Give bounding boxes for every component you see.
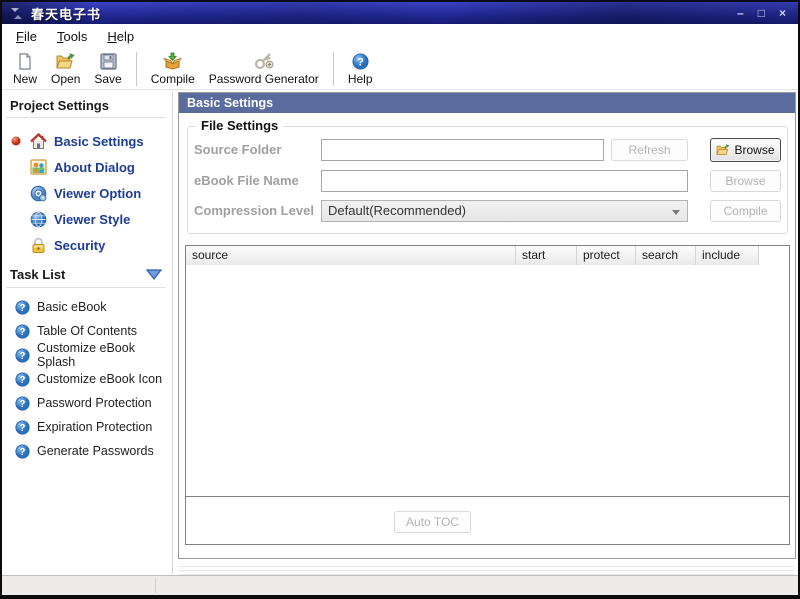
toolbar-separator: [333, 52, 334, 86]
list-column-headers: source start protect search include: [186, 246, 789, 265]
file-settings-group: File Settings Source Folder Refresh Brow…: [187, 126, 788, 234]
sidebar-item-basic-settings[interactable]: Basic Settings: [2, 128, 172, 154]
task-list-header: Task List: [10, 267, 65, 282]
title-bar: 春天电子书 – □ ×: [2, 2, 798, 24]
menu-bar: File Tools Help: [2, 24, 798, 48]
group-legend: File Settings: [196, 118, 283, 133]
viewer-option-icon: [30, 185, 47, 202]
password-generator-button[interactable]: Password Generator: [202, 50, 326, 88]
project-settings-header: Project Settings: [10, 98, 109, 113]
refresh-button[interactable]: Refresh: [611, 139, 688, 161]
source-file-list: source start protect search include Auto…: [185, 245, 790, 545]
column-search[interactable]: search: [636, 246, 696, 265]
source-folder-input[interactable]: [321, 139, 604, 161]
menu-help[interactable]: Help: [101, 27, 140, 46]
task-item-basic-ebook[interactable]: ? Basic eBook: [2, 295, 172, 319]
column-start[interactable]: start: [516, 246, 577, 265]
svg-text:?: ?: [20, 327, 26, 338]
new-button[interactable]: New: [6, 50, 44, 88]
question-icon: ?: [15, 420, 30, 435]
svg-text:?: ?: [20, 423, 26, 434]
browse-ebook-button[interactable]: Browse: [710, 170, 781, 192]
open-button[interactable]: Open: [44, 50, 87, 88]
sidebar-item-security[interactable]: Security: [2, 232, 172, 258]
maximize-button[interactable]: □: [758, 7, 765, 19]
divider: [6, 287, 166, 288]
task-item-customize-ebook-splash[interactable]: ? Customize eBook Splash: [2, 343, 172, 367]
main-content: Basic Settings File Settings Source Fold…: [174, 91, 798, 574]
panel-title: Basic Settings: [179, 93, 795, 113]
task-item-table-of-contents[interactable]: ? Table Of Contents: [2, 319, 172, 343]
compression-level-label: Compression Level: [194, 200, 314, 222]
auto-toc-button[interactable]: Auto TOC: [394, 511, 471, 533]
save-button[interactable]: Save: [87, 50, 128, 88]
about-dialog-icon: [30, 159, 47, 176]
selected-indicator-dot: [11, 136, 21, 146]
column-source[interactable]: source: [186, 246, 516, 265]
help-button[interactable]: ? Help: [341, 50, 380, 88]
ebook-file-name-input[interactable]: [321, 170, 688, 192]
sidebar-item-about-dialog[interactable]: About Dialog: [2, 154, 172, 180]
home-icon: [30, 133, 47, 150]
column-protect[interactable]: protect: [577, 246, 636, 265]
toolbar-separator: [136, 52, 137, 86]
task-item-password-protection[interactable]: ? Password Protection: [2, 391, 172, 415]
svg-text:?: ?: [20, 351, 26, 362]
compile-box-icon: [163, 52, 182, 70]
divider: [6, 117, 166, 118]
close-button[interactable]: ×: [779, 7, 786, 19]
browse-folder-icon: [716, 144, 730, 156]
minimize-button[interactable]: –: [737, 7, 744, 19]
sidebar-item-viewer-option[interactable]: Viewer Option: [2, 180, 172, 206]
task-item-expiration-protection[interactable]: ? Expiration Protection: [2, 415, 172, 439]
save-floppy-icon: [100, 52, 117, 70]
question-icon: ?: [15, 444, 30, 459]
list-body-empty[interactable]: [186, 265, 789, 496]
compile-button[interactable]: Compile: [144, 50, 202, 88]
svg-text:?: ?: [20, 303, 26, 314]
password-key-icon: [254, 52, 274, 70]
status-bar-separator: [155, 578, 156, 593]
open-folder-icon: [56, 52, 75, 70]
task-item-generate-passwords[interactable]: ? Generate Passwords: [2, 439, 172, 463]
basic-settings-panel: Basic Settings File Settings Source Fold…: [178, 92, 796, 559]
sidebar-item-viewer-style[interactable]: Viewer Style: [2, 206, 172, 232]
collapse-triangle-icon[interactable]: [146, 268, 162, 286]
column-include[interactable]: include: [696, 246, 759, 265]
svg-text:?: ?: [20, 447, 26, 458]
viewer-style-globe-icon: [30, 211, 47, 228]
browse-source-button[interactable]: Browse: [710, 138, 781, 162]
question-icon: ?: [15, 300, 30, 315]
security-lock-icon: [30, 237, 47, 254]
toolbar: New Open Save Compile Password Generato: [2, 48, 798, 90]
svg-text:?: ?: [20, 399, 26, 410]
compression-level-select[interactable]: Default(Recommended): [321, 200, 688, 222]
status-bar: [2, 575, 798, 595]
question-icon: ?: [15, 348, 30, 363]
menu-file[interactable]: File: [10, 27, 43, 46]
question-icon: ?: [15, 324, 30, 339]
compile-action-button[interactable]: Compile: [710, 200, 781, 222]
svg-text:?: ?: [357, 56, 364, 68]
svg-text:?: ?: [20, 375, 26, 386]
menu-tools[interactable]: Tools: [51, 27, 93, 46]
application-window: 春天电子书 – □ × File Tools Help New Open: [2, 2, 798, 595]
app-icon: [10, 7, 23, 20]
sidebar: Project Settings Basic Settings About Di…: [2, 91, 173, 574]
ebook-file-name-label: eBook File Name: [194, 170, 299, 192]
help-icon: ?: [352, 52, 369, 70]
question-icon: ?: [15, 396, 30, 411]
task-item-customize-ebook-icon[interactable]: ? Customize eBook Icon: [2, 367, 172, 391]
chevron-down-icon: [672, 210, 680, 215]
question-icon: ?: [15, 372, 30, 387]
source-folder-label: Source Folder: [194, 139, 281, 161]
window-title: 春天电子书: [31, 4, 101, 23]
list-footer: Auto TOC: [186, 496, 789, 544]
new-document-icon: [17, 52, 33, 70]
